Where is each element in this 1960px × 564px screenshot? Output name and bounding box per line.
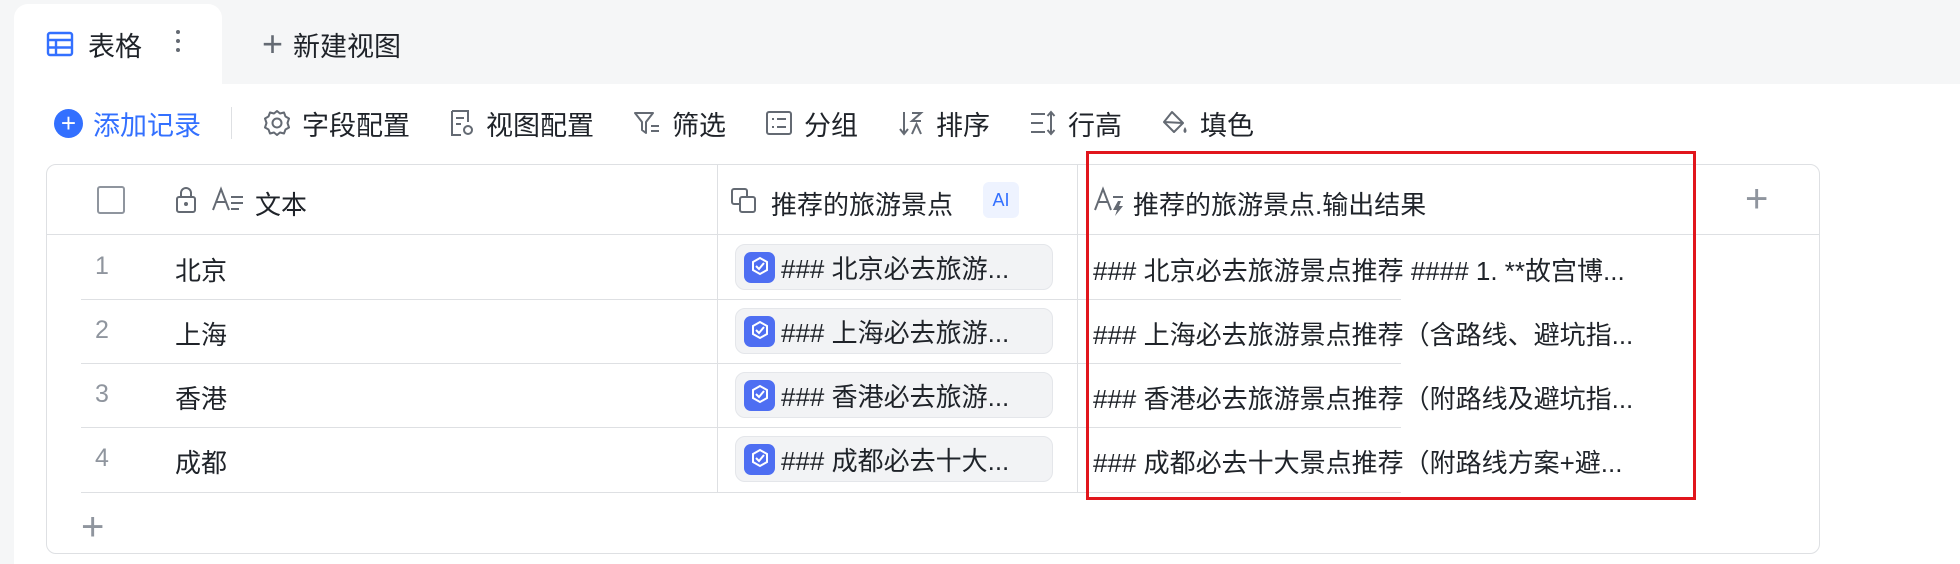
row-number: 3 bbox=[95, 380, 109, 408]
column-divider bbox=[1077, 165, 1078, 493]
row-number: 4 bbox=[95, 444, 109, 472]
view-config-button[interactable]: 视图配置 bbox=[448, 104, 594, 143]
chip-text: ### 香港必去旅游... bbox=[781, 381, 1010, 412]
ai-result-chip[interactable]: ### 香港必去旅游... bbox=[735, 372, 1053, 418]
filter-icon bbox=[634, 112, 659, 134]
column-header-text[interactable]: 文本 bbox=[255, 185, 307, 222]
select-all-checkbox[interactable] bbox=[97, 186, 125, 214]
field-config-button[interactable]: 字段配置 bbox=[262, 104, 410, 143]
plus-circle-icon: + bbox=[54, 108, 83, 138]
plus-icon: + bbox=[262, 23, 284, 64]
lock-icon bbox=[176, 187, 196, 213]
chip-text: ### 成都必去十大... bbox=[781, 445, 1010, 476]
group-label: 分组 bbox=[804, 110, 858, 141]
fill-color-button[interactable]: 填色 bbox=[1160, 104, 1254, 143]
column-divider bbox=[717, 165, 718, 493]
toolbar-divider bbox=[231, 107, 232, 139]
table-grid-icon bbox=[46, 31, 74, 57]
ai-doc-icon bbox=[744, 251, 775, 283]
row-height-button[interactable]: 行高 bbox=[1028, 104, 1122, 143]
city-cell[interactable]: 北京 bbox=[175, 251, 227, 288]
new-view-button[interactable]: + 新建视图 bbox=[262, 24, 401, 64]
group-list-icon bbox=[766, 111, 792, 135]
row-number: 2 bbox=[95, 316, 109, 344]
chip-text: ### 上海必去旅游... bbox=[781, 317, 1010, 348]
document-settings-icon bbox=[451, 110, 473, 136]
ai-doc-icon bbox=[744, 315, 775, 347]
filter-button[interactable]: 筛选 bbox=[632, 104, 726, 143]
gear-icon bbox=[264, 110, 290, 136]
ai-result-chip[interactable]: ### 成都必去十大... bbox=[735, 436, 1053, 482]
city-cell[interactable]: 上海 bbox=[175, 315, 227, 352]
sort-icon bbox=[899, 112, 924, 136]
ai-result-chip[interactable]: ### 上海必去旅游... bbox=[735, 308, 1053, 354]
reference-field-icon bbox=[731, 188, 756, 213]
sort-button[interactable]: 排序 bbox=[896, 104, 990, 143]
more-vertical-icon[interactable] bbox=[166, 26, 190, 56]
chip-text: ### 北京必去旅游... bbox=[781, 253, 1010, 284]
column-header-recommended[interactable]: 推荐的旅游景点 bbox=[771, 185, 953, 222]
add-column-plus-icon[interactable]: + bbox=[1745, 177, 1768, 222]
tab-bar-gutter bbox=[0, 84, 14, 564]
field-config-label: 字段配置 bbox=[302, 110, 410, 141]
view-config-label: 视图配置 bbox=[486, 110, 594, 141]
highlight-box bbox=[1086, 151, 1696, 500]
new-view-label: 新建视图 bbox=[293, 31, 402, 62]
add-row-plus-icon[interactable]: + bbox=[81, 505, 104, 550]
paint-bucket-icon bbox=[1163, 111, 1187, 133]
ai-doc-icon bbox=[744, 443, 775, 475]
city-cell[interactable]: 香港 bbox=[175, 379, 227, 416]
tab-table-view[interactable]: 表格 bbox=[14, 4, 222, 84]
ai-doc-icon bbox=[744, 379, 775, 411]
tab-label: 表格 bbox=[88, 31, 142, 62]
city-cell[interactable]: 成都 bbox=[175, 443, 227, 480]
fill-color-label: 填色 bbox=[1200, 110, 1254, 141]
group-button[interactable]: 分组 bbox=[764, 104, 858, 143]
row-height-label: 行高 bbox=[1068, 110, 1122, 141]
ai-result-chip[interactable]: ### 北京必去旅游... bbox=[735, 244, 1053, 290]
filter-label: 筛选 bbox=[672, 110, 726, 141]
add-record-button[interactable]: + 添加记录 bbox=[54, 104, 201, 143]
sort-label: 排序 bbox=[936, 110, 990, 141]
toolbar: + 添加记录 字段配置 视图配置 筛选 分组 排序 行高 填色 bbox=[54, 103, 1292, 143]
ai-badge: AI bbox=[983, 182, 1019, 218]
add-record-label: 添加记录 bbox=[93, 110, 201, 141]
row-number: 1 bbox=[95, 252, 109, 280]
row-height-icon bbox=[1031, 110, 1056, 136]
text-field-icon bbox=[212, 186, 243, 211]
